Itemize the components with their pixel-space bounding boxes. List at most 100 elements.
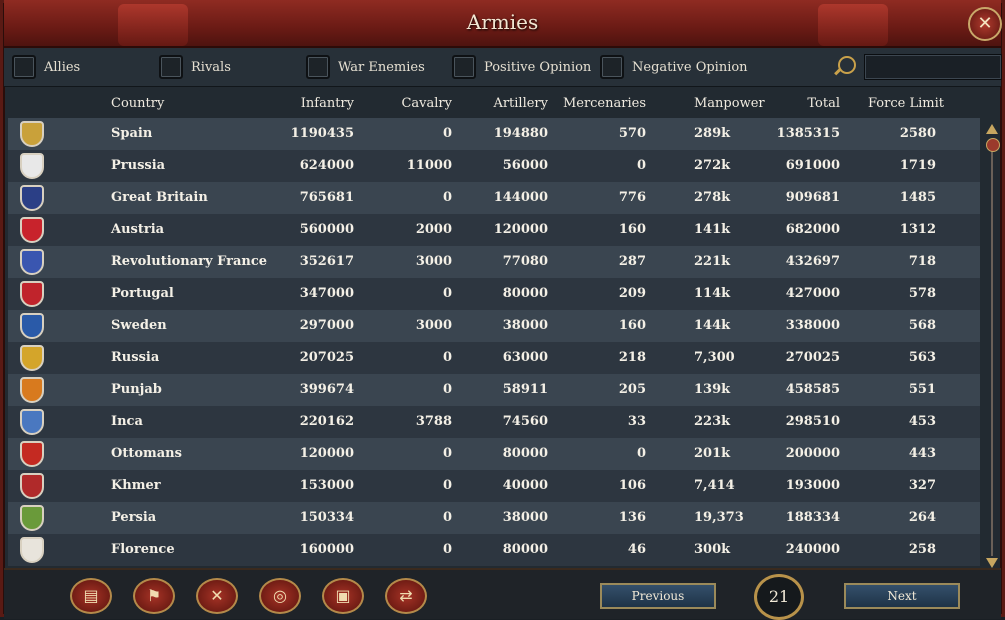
cell-total: 432697 bbox=[785, 254, 840, 269]
crossed-swords-icon[interactable]: ✕ bbox=[196, 578, 238, 614]
cell-infantry: 120000 bbox=[299, 446, 354, 461]
country-flag-icon[interactable] bbox=[20, 281, 44, 307]
filter-label: War Enemies bbox=[338, 59, 425, 75]
filter-war-enemies[interactable]: War Enemies bbox=[306, 54, 425, 80]
country-flag-icon[interactable] bbox=[20, 121, 44, 147]
cell-country: Persia bbox=[111, 510, 157, 525]
cell-total: 458585 bbox=[785, 382, 840, 397]
cell-force-limit: 1312 bbox=[899, 222, 936, 237]
table-row[interactable]: Khmer 153000 0 40000 106 7,414 193000 327 bbox=[8, 470, 980, 502]
cell-artillery: 80000 bbox=[502, 446, 548, 461]
crate-icon[interactable]: ▣ bbox=[322, 578, 364, 614]
cell-force-limit: 563 bbox=[908, 350, 936, 365]
next-button[interactable]: Next bbox=[844, 583, 960, 609]
scroll-track[interactable] bbox=[991, 146, 993, 556]
table-row[interactable]: Russia 207025 0 63000 218 7,300 270025 563 bbox=[8, 342, 980, 374]
country-flag-icon[interactable] bbox=[20, 249, 44, 275]
cell-infantry: 207025 bbox=[299, 350, 354, 365]
country-flag-icon[interactable] bbox=[20, 473, 44, 499]
column-header-country[interactable]: Country bbox=[111, 96, 164, 111]
column-header-force-limit[interactable]: Force Limit bbox=[868, 96, 944, 111]
cell-force-limit: 551 bbox=[908, 382, 936, 397]
scroll-down-icon[interactable] bbox=[986, 558, 998, 568]
country-flag-icon[interactable] bbox=[20, 345, 44, 371]
column-header-manpower[interactable]: Manpower bbox=[694, 96, 765, 111]
search-input[interactable] bbox=[864, 54, 1002, 80]
cell-cavalry: 0 bbox=[442, 190, 452, 205]
cell-cavalry: 3000 bbox=[415, 318, 452, 333]
cell-mercenaries: 205 bbox=[618, 382, 646, 397]
country-flag-icon[interactable] bbox=[20, 537, 44, 563]
table-row[interactable]: Sweden 297000 3000 38000 160 144k 338000 568 bbox=[8, 310, 980, 342]
filter-rivals[interactable]: Rivals bbox=[159, 54, 231, 80]
country-flag-icon[interactable] bbox=[20, 505, 44, 531]
filter-allies[interactable]: Allies bbox=[12, 54, 80, 80]
cell-mercenaries: 160 bbox=[618, 222, 646, 237]
table-row[interactable]: Austria 560000 2000 120000 160 141k 682000 1312 bbox=[8, 214, 980, 246]
cell-total: 188334 bbox=[785, 510, 840, 525]
checkbox[interactable] bbox=[12, 55, 36, 79]
filter-positive-opinion[interactable]: Positive Opinion bbox=[452, 54, 591, 80]
table-row[interactable]: Persia 150334 0 38000 136 19,373 188334 264 bbox=[8, 502, 980, 534]
cell-cavalry: 0 bbox=[442, 446, 452, 461]
scrollbar[interactable] bbox=[984, 124, 1000, 568]
cell-cavalry: 0 bbox=[442, 126, 452, 141]
cell-cavalry: 3000 bbox=[415, 254, 452, 269]
handshake-icon[interactable]: ⇄ bbox=[385, 578, 427, 614]
cell-mercenaries: 0 bbox=[636, 158, 646, 173]
cell-artillery: 80000 bbox=[502, 542, 548, 557]
cell-infantry: 399674 bbox=[299, 382, 354, 397]
cell-total: 909681 bbox=[785, 190, 840, 205]
checkbox[interactable] bbox=[452, 55, 476, 79]
previous-button[interactable]: Previous bbox=[600, 583, 716, 609]
cell-infantry: 150334 bbox=[299, 510, 354, 525]
filter-negative-opinion[interactable]: Negative Opinion bbox=[600, 54, 748, 80]
country-flag-icon[interactable] bbox=[20, 441, 44, 467]
checkbox[interactable] bbox=[306, 55, 330, 79]
search-icon[interactable] bbox=[838, 56, 856, 74]
cell-infantry: 624000 bbox=[299, 158, 354, 173]
table-row[interactable]: Portugal 347000 0 80000 209 114k 427000 578 bbox=[8, 278, 980, 310]
column-header-mercenaries[interactable]: Mercenaries bbox=[554, 96, 646, 111]
cell-force-limit: 327 bbox=[908, 478, 936, 493]
country-flag-icon[interactable] bbox=[20, 217, 44, 243]
table-row[interactable]: Revolutionary France 352617 3000 77080 287 22… bbox=[8, 246, 980, 278]
cell-artillery: 194880 bbox=[493, 126, 548, 141]
country-flag-icon[interactable] bbox=[20, 409, 44, 435]
column-header-artillery[interactable]: Artillery bbox=[468, 96, 548, 111]
country-flag-icon[interactable] bbox=[20, 153, 44, 179]
cell-country: Punjab bbox=[111, 382, 162, 397]
table-row[interactable]: Great Britain 765681 0 144000 776 278k 909681 1… bbox=[8, 182, 980, 214]
table-row[interactable]: Spain 1190435 0 194880 570 289k 1385315 2580 bbox=[8, 118, 980, 150]
cell-total: 298510 bbox=[785, 414, 840, 429]
column-header-infantry[interactable]: Infantry bbox=[274, 96, 354, 111]
table-row[interactable]: Ottomans 120000 0 80000 0 201k 200000 443 bbox=[8, 438, 980, 470]
scroll-up-icon[interactable] bbox=[986, 124, 998, 134]
country-flag-icon[interactable] bbox=[20, 185, 44, 211]
cell-mercenaries: 0 bbox=[636, 446, 646, 461]
filter-label: Positive Opinion bbox=[484, 59, 592, 75]
table-row[interactable]: Punjab 399674 0 58911 205 139k 458585 551 bbox=[8, 374, 980, 406]
cell-total: 270025 bbox=[785, 350, 840, 365]
cell-infantry: 153000 bbox=[299, 478, 354, 493]
checkbox[interactable] bbox=[600, 55, 624, 79]
cell-infantry: 765681 bbox=[299, 190, 354, 205]
table-row[interactable]: Prussia 624000 11000 56000 0 272k 691000 1719 bbox=[8, 150, 980, 182]
table-row[interactable]: Florence 160000 0 80000 46 300k 240000 258 bbox=[8, 534, 980, 566]
cell-artillery: 80000 bbox=[502, 286, 548, 301]
checkbox[interactable] bbox=[159, 55, 183, 79]
filter-label: Negative Opinion bbox=[632, 59, 748, 75]
table-row[interactable]: Inca 220162 3788 74560 33 223k 298510 453 bbox=[8, 406, 980, 438]
close-icon[interactable]: ✕ bbox=[968, 7, 1002, 41]
country-flag-icon[interactable] bbox=[20, 377, 44, 403]
coins-icon[interactable]: ◎ bbox=[259, 578, 301, 614]
cell-country: Portugal bbox=[111, 286, 174, 301]
ledger-icon[interactable]: ▤ bbox=[70, 578, 112, 614]
column-header-total[interactable]: Total bbox=[760, 96, 840, 111]
country-flag-icon[interactable] bbox=[20, 313, 44, 339]
flag-icon[interactable]: ⚑ bbox=[133, 578, 175, 614]
cell-force-limit: 453 bbox=[908, 414, 936, 429]
column-header-cavalry[interactable]: Cavalry bbox=[372, 96, 452, 111]
cell-artillery: 56000 bbox=[502, 158, 548, 173]
scroll-thumb[interactable] bbox=[986, 138, 1000, 152]
